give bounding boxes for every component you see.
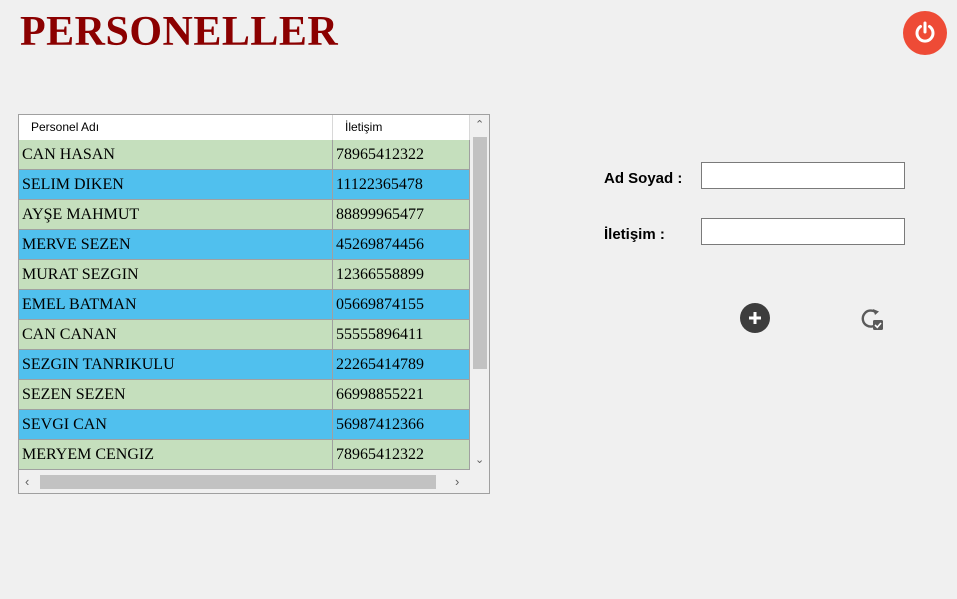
name-label: Ad Soyad : — [604, 170, 683, 187]
cell-name[interactable]: MERYEM CENGIZ — [19, 440, 333, 469]
cell-contact[interactable]: 78965412322 — [333, 140, 470, 169]
vertical-scroll-thumb[interactable] — [473, 137, 487, 369]
table-row[interactable]: CAN CANAN 55555896411 — [19, 320, 470, 350]
cell-name[interactable]: AYŞE MAHMUT — [19, 200, 333, 229]
cell-name[interactable]: CAN CANAN — [19, 320, 333, 349]
table-row[interactable]: EMEL BATMAN 05669874155 — [19, 290, 470, 320]
table-row[interactable]: SEZEN SEZEN 66998855221 — [19, 380, 470, 410]
cell-name[interactable]: SEVGI CAN — [19, 410, 333, 439]
cell-contact[interactable]: 11122365478 — [333, 170, 470, 199]
column-header-name[interactable]: Personel Adı — [19, 115, 333, 140]
cell-name[interactable]: MERVE SEZEN — [19, 230, 333, 259]
cell-contact[interactable]: 66998855221 — [333, 380, 470, 409]
grid-rows: CAN HASAN 78965412322 SELIM DIKEN 111223654… — [19, 140, 470, 472]
table-row[interactable]: SELIM DIKEN 11122365478 — [19, 170, 470, 200]
cell-name[interactable]: SEZEN SEZEN — [19, 380, 333, 409]
cell-contact[interactable]: 56987412366 — [333, 410, 470, 439]
cell-name[interactable]: MURAT SEZGIN — [19, 260, 333, 289]
cell-contact[interactable]: 22265414789 — [333, 350, 470, 379]
horizontal-scrollbar[interactable]: ‹ › — [19, 472, 470, 493]
column-header-contact[interactable]: İletişim — [333, 115, 470, 140]
cell-contact[interactable]: 78965412322 — [333, 440, 470, 469]
add-button[interactable] — [740, 303, 770, 333]
table-row[interactable]: MURAT SEZGIN 12366558899 — [19, 260, 470, 290]
cell-name[interactable]: CAN HASAN — [19, 140, 333, 169]
name-input[interactable] — [701, 162, 905, 189]
cell-contact[interactable]: 12366558899 — [333, 260, 470, 289]
cell-name[interactable]: SEZGIN TANRIKULU — [19, 350, 333, 379]
cell-name[interactable]: SELIM DIKEN — [19, 170, 333, 199]
power-button[interactable] — [903, 11, 947, 55]
table-row[interactable]: MERVE SEZEN 45269874456 — [19, 230, 470, 260]
page-title: PERSONELLER — [20, 9, 339, 55]
contact-input[interactable] — [701, 218, 905, 245]
table-row[interactable]: SEVGI CAN 56987412366 — [19, 410, 470, 440]
refresh-check-icon — [861, 309, 883, 330]
grid-header: Personel Adı İletişim — [19, 115, 470, 141]
table-row[interactable]: CAN HASAN 78965412322 — [19, 140, 470, 170]
contact-label: İletişim : — [604, 226, 665, 243]
plus-circle-icon — [749, 312, 761, 324]
table-row[interactable]: SEZGIN TANRIKULU 22265414789 — [19, 350, 470, 380]
table-row[interactable]: AYŞE MAHMUT 88899965477 — [19, 200, 470, 230]
vertical-scrollbar[interactable]: ⌃ ⌄ — [470, 115, 489, 472]
cell-contact[interactable]: 88899965477 — [333, 200, 470, 229]
cell-contact[interactable]: 45269874456 — [333, 230, 470, 259]
cell-name[interactable]: EMEL BATMAN — [19, 290, 333, 319]
horizontal-scroll-thumb[interactable] — [40, 475, 436, 489]
cell-contact[interactable]: 05669874155 — [333, 290, 470, 319]
cell-contact[interactable]: 55555896411 — [333, 320, 470, 349]
scroll-up-icon[interactable]: ⌃ — [475, 118, 484, 131]
scroll-down-icon[interactable]: ⌄ — [475, 453, 484, 466]
table-row[interactable]: MERYEM CENGIZ 78965412322 — [19, 440, 470, 470]
scroll-left-icon[interactable]: ‹ — [25, 474, 29, 489]
refresh-button[interactable] — [856, 303, 888, 335]
personnel-grid[interactable]: Personel Adı İletişim CAN HASAN 789654123… — [18, 114, 490, 494]
scroll-right-icon[interactable]: › — [455, 474, 459, 489]
power-icon — [915, 21, 935, 43]
